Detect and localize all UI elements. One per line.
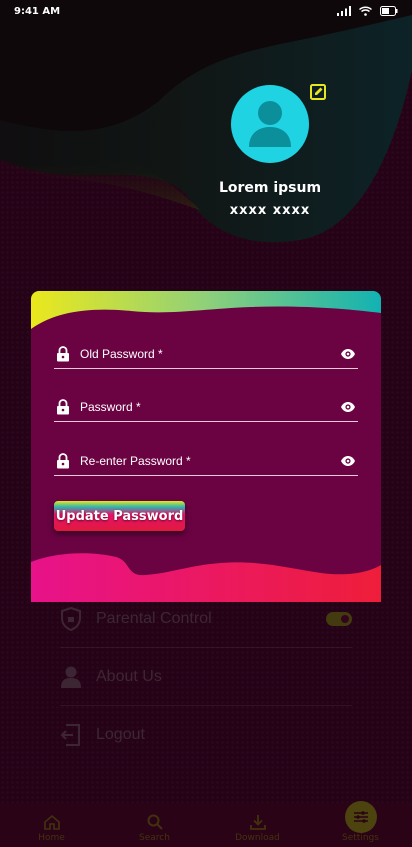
eye-icon[interactable] — [340, 348, 356, 360]
header-blob — [0, 0, 412, 243]
status-time: 9:41 AM — [14, 5, 61, 17]
modal-top-wave — [31, 291, 381, 329]
status-bar: 9:41 AM — [0, 0, 412, 22]
lock-icon — [57, 452, 69, 468]
parental-control-toggle[interactable] — [326, 611, 352, 626]
nav-item-home[interactable]: Home — [12, 813, 92, 843]
old-password-field[interactable] — [54, 339, 358, 369]
user-icon — [61, 666, 81, 688]
lock-icon — [57, 345, 69, 361]
nav-label: Download — [235, 833, 280, 843]
settings-icon-wrap — [344, 801, 377, 833]
user-icon — [249, 101, 291, 147]
settings-list: Parental Control About Us Logout — [60, 590, 352, 764]
avatar[interactable] — [231, 85, 309, 163]
eye-icon[interactable] — [340, 455, 356, 467]
reenter-password-input[interactable] — [80, 453, 340, 468]
reenter-password-field[interactable] — [54, 446, 358, 476]
nav-item-settings[interactable]: Settings — [321, 801, 401, 843]
search-icon — [147, 814, 163, 830]
password-field[interactable] — [54, 392, 358, 422]
lock-icon — [57, 398, 69, 414]
download-icon — [249, 815, 266, 830]
nav-label: Home — [38, 833, 65, 843]
settings-item-label: Logout — [96, 726, 145, 743]
wifi-icon — [359, 6, 372, 16]
settings-item-label: About Us — [96, 667, 162, 685]
eye-icon[interactable] — [340, 401, 356, 413]
update-password-modal: Update Password — [31, 291, 381, 602]
password-input[interactable] — [80, 399, 340, 414]
battery-icon — [380, 6, 398, 16]
home-icon — [43, 814, 60, 830]
profile-name: Lorem ipsum — [218, 180, 322, 196]
shield-icon — [61, 606, 81, 631]
nav-label: Settings — [342, 833, 379, 843]
nav-item-download[interactable]: Download — [218, 813, 298, 843]
settings-item-logout[interactable]: Logout — [60, 706, 352, 764]
nav-item-search[interactable]: Search — [115, 813, 195, 843]
update-password-button[interactable]: Update Password — [54, 501, 185, 531]
bottom-nav: Home Search Download Settings — [0, 801, 412, 847]
logout-icon — [60, 724, 80, 746]
profile-id: xxxx xxxx — [229, 203, 311, 218]
settings-item-label: Parental Control — [96, 609, 212, 627]
settings-icon — [353, 811, 368, 823]
nav-label: Search — [139, 833, 170, 843]
modal-bottom-wave — [31, 553, 381, 602]
old-password-input[interactable] — [80, 346, 340, 361]
settings-item-about-us[interactable]: About Us — [60, 648, 352, 706]
signal-icon — [337, 6, 351, 16]
edit-icon[interactable] — [310, 84, 326, 100]
